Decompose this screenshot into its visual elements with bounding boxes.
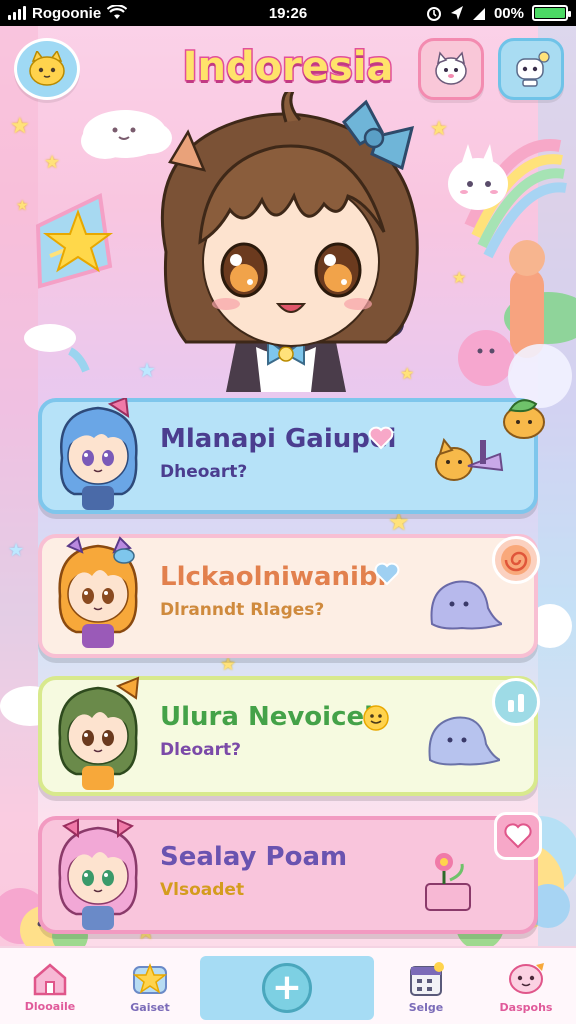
character-card[interactable]: Ulura Nevoicel Dleoart? xyxy=(38,676,540,796)
leaf-character-icon xyxy=(503,399,545,439)
battery-fill xyxy=(535,8,565,18)
character-name: Sealay Poam xyxy=(160,842,348,872)
plus-icon: + xyxy=(262,963,312,1013)
character-name: Llckaolniwanibi xyxy=(160,562,387,592)
calendar-icon xyxy=(410,961,444,996)
battery-icon xyxy=(532,5,571,21)
nav-item-daspohs[interactable]: Daspohs xyxy=(476,948,576,1024)
status-bar: Rogoonie 19:26 00% xyxy=(0,0,576,26)
cat-face-icon xyxy=(29,51,65,86)
character-subtitle: Dlranndt Rlages? xyxy=(160,600,325,620)
location-icon xyxy=(450,6,463,20)
character-avatar xyxy=(58,676,140,790)
star-icon: ★ xyxy=(44,152,61,173)
nav-item-home[interactable]: Dlooaile xyxy=(0,948,100,1024)
profile-button[interactable] xyxy=(14,38,80,100)
character-card[interactable]: Llckaolniwanibi Dlranndt Rlages? xyxy=(38,534,540,658)
page-title: Indoresia xyxy=(181,43,395,92)
nav-label: Dlooaile xyxy=(24,999,76,1013)
smiley-icon xyxy=(363,705,389,731)
character-avatar xyxy=(60,398,138,510)
nav-item-gaiset[interactable]: Gaiset xyxy=(100,948,200,1024)
bar-chart-icon xyxy=(508,694,524,712)
ghost-pet-icon xyxy=(428,716,500,766)
star-icon: ★ xyxy=(452,268,467,287)
clock: 19:26 xyxy=(268,4,308,22)
bottom-navigation: Dlooaile Gaiset + Selge Daspohs xyxy=(0,946,576,1024)
nav-label: Selge xyxy=(408,1000,444,1014)
pet-button[interactable] xyxy=(418,38,484,100)
signal-icon xyxy=(8,6,26,20)
robot-button[interactable] xyxy=(498,38,564,100)
lollipop-icon xyxy=(501,545,531,575)
character-avatar xyxy=(58,818,138,930)
pet-face-icon xyxy=(435,51,467,85)
character-subtitle: Dleoart? xyxy=(160,740,241,760)
star-icon xyxy=(132,962,168,994)
home-icon xyxy=(33,962,67,995)
heart-button[interactable] xyxy=(494,812,542,860)
data-icon xyxy=(472,8,485,20)
heart-icon xyxy=(368,426,394,450)
alarm-icon xyxy=(426,7,441,21)
stats-button[interactable] xyxy=(492,678,540,726)
flower-pot-icon xyxy=(425,853,471,911)
character-avatar xyxy=(58,536,138,648)
nav-item-selge[interactable]: Selge xyxy=(376,948,476,1024)
character-name: Ulura Nevoicel xyxy=(160,702,374,732)
character-card[interactable]: Sealay Poam Vlsoadet xyxy=(38,812,542,934)
ghost-pet-icon xyxy=(430,580,502,630)
nav-label: Gaiset xyxy=(130,1000,170,1014)
pet-companion-icon xyxy=(435,437,504,481)
character-name: Mlanapi Gaiupei xyxy=(160,424,397,454)
nav-label: Daspohs xyxy=(499,1000,553,1014)
unicorn-icon xyxy=(448,144,508,210)
add-button[interactable]: + xyxy=(200,956,374,1020)
heart-icon xyxy=(374,562,400,586)
star-icon: ★ xyxy=(16,198,29,214)
lollipop-button[interactable] xyxy=(492,536,540,584)
character-icon xyxy=(509,962,544,994)
battery-percent: 00% xyxy=(493,4,524,22)
wifi-icon xyxy=(107,5,128,19)
star-icon: ★ xyxy=(8,540,25,561)
star-icon: ★ xyxy=(10,114,30,139)
carrier-name: Rogoonie xyxy=(32,4,102,22)
character-subtitle: Vlsoadet xyxy=(160,880,245,900)
robot-icon xyxy=(516,51,550,87)
character-subtitle: Dheoart? xyxy=(160,462,248,482)
hero-character-avatar xyxy=(160,92,419,392)
character-card[interactable]: Mlanapi Gaiupei Dheoart? xyxy=(38,398,545,514)
heart-icon xyxy=(504,823,532,849)
